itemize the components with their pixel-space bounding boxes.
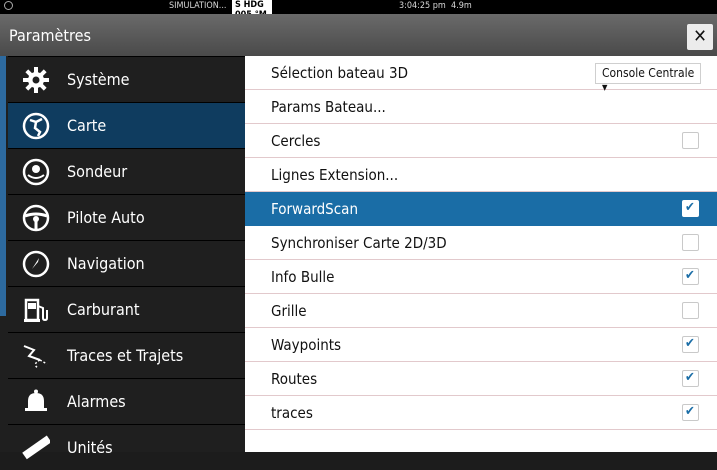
sidebar-item-pilote-auto[interactable]: Pilote Auto xyxy=(8,194,245,240)
sidebar-item-label: Traces et Trajets xyxy=(67,346,184,365)
setting-row-grille[interactable]: Grille xyxy=(245,294,717,328)
setting-label: Waypoints xyxy=(271,336,342,354)
setting-label: Lignes Extension... xyxy=(271,166,399,184)
sidebar-item-unites[interactable]: Unités xyxy=(8,424,245,470)
setting-label: Info Bulle xyxy=(271,268,335,286)
heading-readout: S HDG 005 °M xyxy=(232,0,272,20)
info-bulle-checkbox[interactable]: ✔ xyxy=(682,268,699,285)
sidebar-item-label: Unités xyxy=(67,438,113,457)
traces-checkbox[interactable]: ✔ xyxy=(682,404,699,421)
sidebar-item-alarmes[interactable]: Alarmes xyxy=(8,378,245,424)
routes-checkbox[interactable]: ✔ xyxy=(682,370,699,387)
simulation-label: SIMULATION... xyxy=(169,1,227,11)
checkmark-icon: ✔ xyxy=(685,268,695,283)
title-bar: Paramètres ✕ xyxy=(0,14,717,56)
sidebar-item-label: Pilote Auto xyxy=(67,208,145,227)
sidebar-item-label: Carte xyxy=(67,116,107,135)
status-bar: SIMULATION... S HDG 005 °M 3:04:25 pm 4.… xyxy=(0,0,717,20)
sidebar-item-traces-et-trajets[interactable]: Traces et Trajets xyxy=(8,332,245,378)
time-readout: 3:04:25 pm 4.9m xyxy=(399,1,472,11)
checkmark-icon: ✔ xyxy=(685,336,695,351)
setting-row-forwardscan[interactable]: ForwardScan ✔ xyxy=(245,192,717,226)
setting-row-cercles[interactable]: Cercles xyxy=(245,124,717,158)
sidebar-item-carte[interactable]: Carte xyxy=(8,102,245,148)
setting-label: ForwardScan xyxy=(271,200,358,218)
sidebar-item-navigation[interactable]: Navigation xyxy=(8,240,245,286)
synchroniser-checkbox[interactable] xyxy=(682,234,699,251)
ruler-icon xyxy=(22,434,50,462)
setting-row-lignes-extension[interactable]: Lignes Extension... xyxy=(245,158,717,192)
sidebar-item-systeme[interactable]: Système xyxy=(8,56,245,102)
sidebar-item-label: Navigation xyxy=(67,254,145,273)
sonar-icon xyxy=(22,158,50,186)
globe-icon xyxy=(4,1,13,10)
setting-row-routes[interactable]: Routes ✔ xyxy=(245,362,717,396)
fuel-pump-icon xyxy=(22,296,50,324)
setting-label: traces xyxy=(271,404,313,422)
checkmark-icon: ✔ xyxy=(685,370,695,385)
compass-icon xyxy=(22,250,50,278)
setting-label: Grille xyxy=(271,302,307,320)
settings-panel: Sélection bateau 3D Console Centrale ▾ P… xyxy=(245,56,717,452)
sidebar-item-carburant[interactable]: Carburant xyxy=(8,286,245,332)
chart-icon xyxy=(22,112,50,140)
bell-icon xyxy=(22,388,50,416)
waypoints-checkbox[interactable]: ✔ xyxy=(682,336,699,353)
setting-row-params-bateau[interactable]: Params Bateau... xyxy=(245,90,717,124)
cercles-checkbox[interactable] xyxy=(682,132,699,149)
setting-row-waypoints[interactable]: Waypoints ✔ xyxy=(245,328,717,362)
checkmark-icon: ✔ xyxy=(685,404,695,419)
steering-wheel-icon xyxy=(22,204,50,232)
forwardscan-checkbox[interactable]: ✔ xyxy=(682,200,699,217)
sidebar-item-label: Carburant xyxy=(67,300,140,319)
setting-row-synchroniser-carte[interactable]: Synchroniser Carte 2D/3D xyxy=(245,226,717,260)
sidebar-item-label: Système xyxy=(67,70,130,89)
sidebar-item-label: Alarmes xyxy=(67,392,126,411)
setting-label: Sélection bateau 3D xyxy=(271,64,408,82)
sidebar: Système Carte Sondeur Pilote Auto Naviga… xyxy=(0,56,245,460)
grille-checkbox[interactable] xyxy=(682,302,699,319)
setting-row-info-bulle[interactable]: Info Bulle ✔ xyxy=(245,260,717,294)
gear-icon xyxy=(22,66,50,94)
setting-row-selection-bateau-3d[interactable]: Sélection bateau 3D Console Centrale ▾ xyxy=(245,56,717,94)
sidebar-scrollbar[interactable] xyxy=(0,56,6,316)
close-button[interactable]: ✕ xyxy=(687,24,713,50)
sidebar-item-label: Sondeur xyxy=(67,162,128,181)
setting-label: Params Bateau... xyxy=(271,98,386,116)
setting-row-traces[interactable]: traces ✔ xyxy=(245,396,717,430)
setting-label: Routes xyxy=(271,370,318,388)
page-title: Paramètres xyxy=(9,26,91,45)
setting-label: Cercles xyxy=(271,132,321,150)
sidebar-item-sondeur[interactable]: Sondeur xyxy=(8,148,245,194)
checkmark-icon: ✔ xyxy=(685,200,695,215)
close-icon: ✕ xyxy=(693,26,707,47)
setting-label: Synchroniser Carte 2D/3D xyxy=(271,234,447,252)
boat-3d-select[interactable]: Console Centrale ▾ xyxy=(595,63,701,94)
track-icon xyxy=(22,342,50,370)
